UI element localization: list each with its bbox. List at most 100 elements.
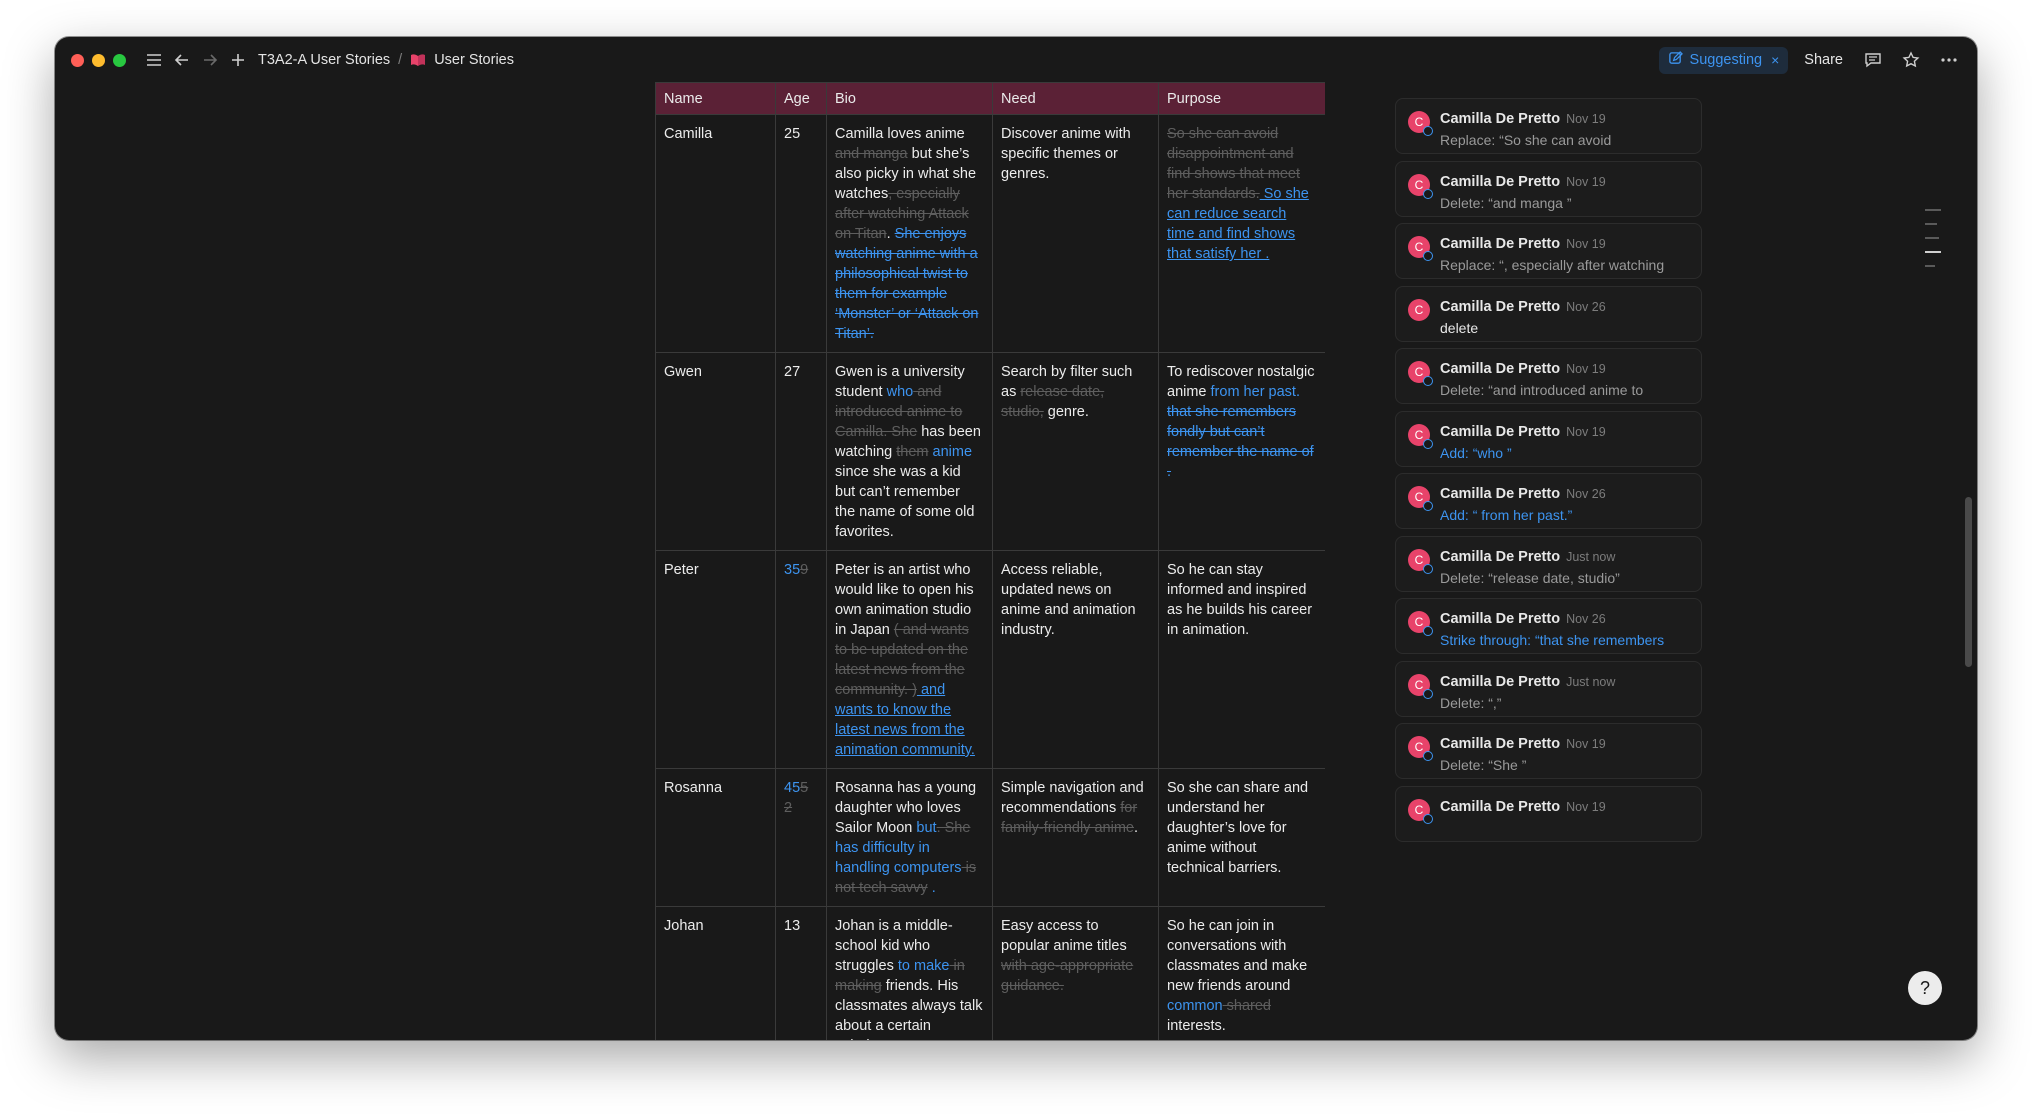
user-stories-table: Name Age Bio Need Purpose Camilla 25 Cam…: [655, 82, 1325, 1040]
cell-name[interactable]: Camilla: [655, 114, 776, 353]
cell-purpose[interactable]: To rediscover nostalgic anime from her p…: [1158, 352, 1325, 551]
cell-bio[interactable]: Rosanna has a young daughter who loves S…: [826, 768, 993, 907]
cell-name[interactable]: Gwen: [655, 352, 776, 551]
comment-time: Nov 19: [1566, 362, 1606, 376]
comment-card[interactable]: C Camilla De Pretto Just now Delete: “relea…: [1395, 535, 1702, 592]
cell-age[interactable]: 27: [775, 352, 827, 551]
avatar-letter: C: [1414, 302, 1424, 317]
suggested-insertion[interactable]: 35: [784, 562, 800, 578]
text-run: Easy access to popular anime titles: [1001, 918, 1127, 954]
cell-age[interactable]: 455 2: [775, 768, 827, 907]
text-run: So he can join in conversations with cla…: [1167, 918, 1308, 994]
forward-arrow-icon[interactable]: [196, 46, 224, 74]
cell-bio[interactable]: Gwen is a university student who and int…: [826, 352, 993, 551]
suggestion-badge-icon: [1423, 376, 1433, 386]
cell-bio[interactable]: Camilla loves anime and manga but she’s …: [826, 114, 993, 353]
avatar[interactable]: C: [1408, 173, 1433, 199]
suggested-insertion[interactable]: .: [928, 880, 936, 896]
header-purpose[interactable]: Purpose: [1158, 82, 1325, 115]
suggested-insertion[interactable]: who: [887, 384, 914, 400]
header-age[interactable]: Age: [775, 82, 827, 115]
cell-need[interactable]: Discover anime with specific themes or g…: [992, 114, 1159, 353]
minimize-window-button[interactable]: [92, 53, 105, 67]
avatar[interactable]: C: [1408, 111, 1433, 136]
cell-bio[interactable]: Peter is an artist who would like to ope…: [826, 550, 993, 769]
suggested-insertion[interactable]: but: [916, 820, 936, 836]
cell-name[interactable]: Rosanna: [655, 768, 776, 907]
suggested-insertion[interactable]: from her past.: [1211, 384, 1300, 400]
suggested-deletion[interactable]: with age-appropriate guidance.: [1001, 958, 1133, 994]
header-name[interactable]: Name: [655, 82, 776, 115]
avatar[interactable]: C: [1408, 361, 1433, 386]
maximize-window-button[interactable]: [113, 53, 126, 67]
cell-age[interactable]: 359: [775, 550, 827, 769]
suggested-insertion[interactable]: 45: [784, 780, 800, 796]
cell-purpose[interactable]: So he can stay informed and inspired as …: [1158, 550, 1325, 769]
close-window-button[interactable]: [71, 53, 84, 67]
avatar[interactable]: C: [1408, 548, 1433, 574]
avatar[interactable]: C: [1408, 611, 1433, 636]
comment-text: “,”: [1488, 694, 1502, 711]
comment-card[interactable]: C Camilla De Pretto Nov 26 delete: [1395, 285, 1702, 342]
comment-card[interactable]: C Camilla De Pretto Nov 19 Delete: “and man…: [1395, 160, 1702, 217]
back-arrow-icon[interactable]: [168, 46, 196, 74]
avatar[interactable]: C: [1408, 298, 1430, 321]
cell-bio[interactable]: Johan is a middle-school kid who struggl…: [826, 906, 993, 1040]
comment-card[interactable]: C Camilla De Pretto Nov 19 Replace: “So she…: [1395, 98, 1702, 154]
comment-card[interactable]: C Camilla De Pretto Nov 19 Add: “who ”: [1395, 410, 1702, 467]
cell-name[interactable]: Johan: [655, 906, 776, 1040]
comment-card[interactable]: C Camilla De Pretto Nov 19 Delete: “and int…: [1395, 348, 1702, 404]
star-icon[interactable]: [1897, 46, 1925, 74]
avatar[interactable]: C: [1408, 736, 1433, 761]
comment-card[interactable]: C Camilla De Pretto Nov 19 Replace: “, espe…: [1395, 223, 1702, 279]
cell-name[interactable]: Peter: [655, 550, 776, 769]
cell-need[interactable]: Access reliable, updated news on anime a…: [992, 550, 1159, 769]
avatar[interactable]: C: [1408, 673, 1433, 699]
header-need[interactable]: Need: [992, 82, 1159, 115]
breadcrumb-parent[interactable]: T3A2-A User Stories: [258, 52, 390, 68]
avatar[interactable]: C: [1408, 486, 1433, 511]
help-icon[interactable]: ?: [1908, 971, 1942, 1005]
menu-icon[interactable]: [140, 46, 168, 74]
comment-card[interactable]: C Camilla De Pretto Just now Delete: “,”: [1395, 660, 1702, 717]
suggested-insertion[interactable]: common: [1167, 998, 1223, 1014]
suggested-deletion[interactable]: . She: [937, 820, 971, 836]
cell-need[interactable]: Search by filter such as release date, s…: [992, 352, 1159, 551]
suggested-insertion[interactable]: anime: [929, 444, 973, 460]
scrollbar[interactable]: [1965, 497, 1972, 667]
comment-author: Camilla De Pretto Nov 26: [1440, 486, 1606, 502]
cell-need[interactable]: Easy access to popular anime titles with…: [992, 906, 1159, 1040]
add-icon[interactable]: [224, 46, 252, 74]
suggested-deletion[interactable]: She enjoys watching anime with a philoso…: [835, 226, 978, 342]
cell-purpose[interactable]: So she can avoid disappointment and find…: [1158, 114, 1325, 353]
avatar[interactable]: C: [1408, 236, 1433, 261]
comment-time: Nov 26: [1566, 612, 1606, 626]
breadcrumb-current[interactable]: User Stories: [434, 52, 514, 68]
avatar[interactable]: C: [1408, 423, 1433, 449]
cell-age[interactable]: 25: [775, 114, 827, 353]
suggested-deletion[interactable]: and manga: [835, 146, 908, 162]
close-suggesting-icon[interactable]: ×: [1771, 52, 1779, 68]
cell-purpose[interactable]: So she can share and understand her daug…: [1158, 768, 1325, 907]
comment-icon[interactable]: [1859, 46, 1887, 74]
cell-purpose[interactable]: So he can join in conversations with cla…: [1158, 906, 1325, 1040]
comment-text: “and manga ”: [1488, 194, 1572, 211]
suggested-deletion[interactable]: them: [896, 444, 928, 460]
document-minimap[interactable]: [1925, 209, 1941, 279]
comment-card[interactable]: C Camilla De Pretto Nov 26 Add: “ from her …: [1395, 473, 1702, 529]
avatar[interactable]: C: [1408, 798, 1433, 824]
cell-age[interactable]: 13: [775, 906, 827, 1040]
suggested-deletion[interactable]: shared: [1223, 998, 1271, 1014]
header-bio[interactable]: Bio: [826, 82, 993, 115]
comment-card[interactable]: C Camilla De Pretto Nov 19 Delete: “She ”: [1395, 723, 1702, 779]
suggested-deletion[interactable]: 9: [800, 562, 808, 578]
suggested-insertion[interactable]: to make: [898, 958, 950, 974]
share-button[interactable]: Share: [1798, 48, 1849, 72]
suggested-insertion[interactable]: has difficulty in handling computers: [835, 840, 962, 876]
comment-card[interactable]: C Camilla De Pretto Nov 19: [1395, 785, 1702, 842]
suggesting-mode-toggle[interactable]: Suggesting ×: [1658, 46, 1789, 74]
more-icon[interactable]: [1935, 46, 1963, 74]
suggested-deletion[interactable]: that she remembers fondly but can’t reme…: [1167, 404, 1314, 480]
comment-card[interactable]: C Camilla De Pretto Nov 26 Strike through: …: [1395, 598, 1702, 654]
cell-need[interactable]: Simple navigation and recommendations fo…: [992, 768, 1159, 907]
